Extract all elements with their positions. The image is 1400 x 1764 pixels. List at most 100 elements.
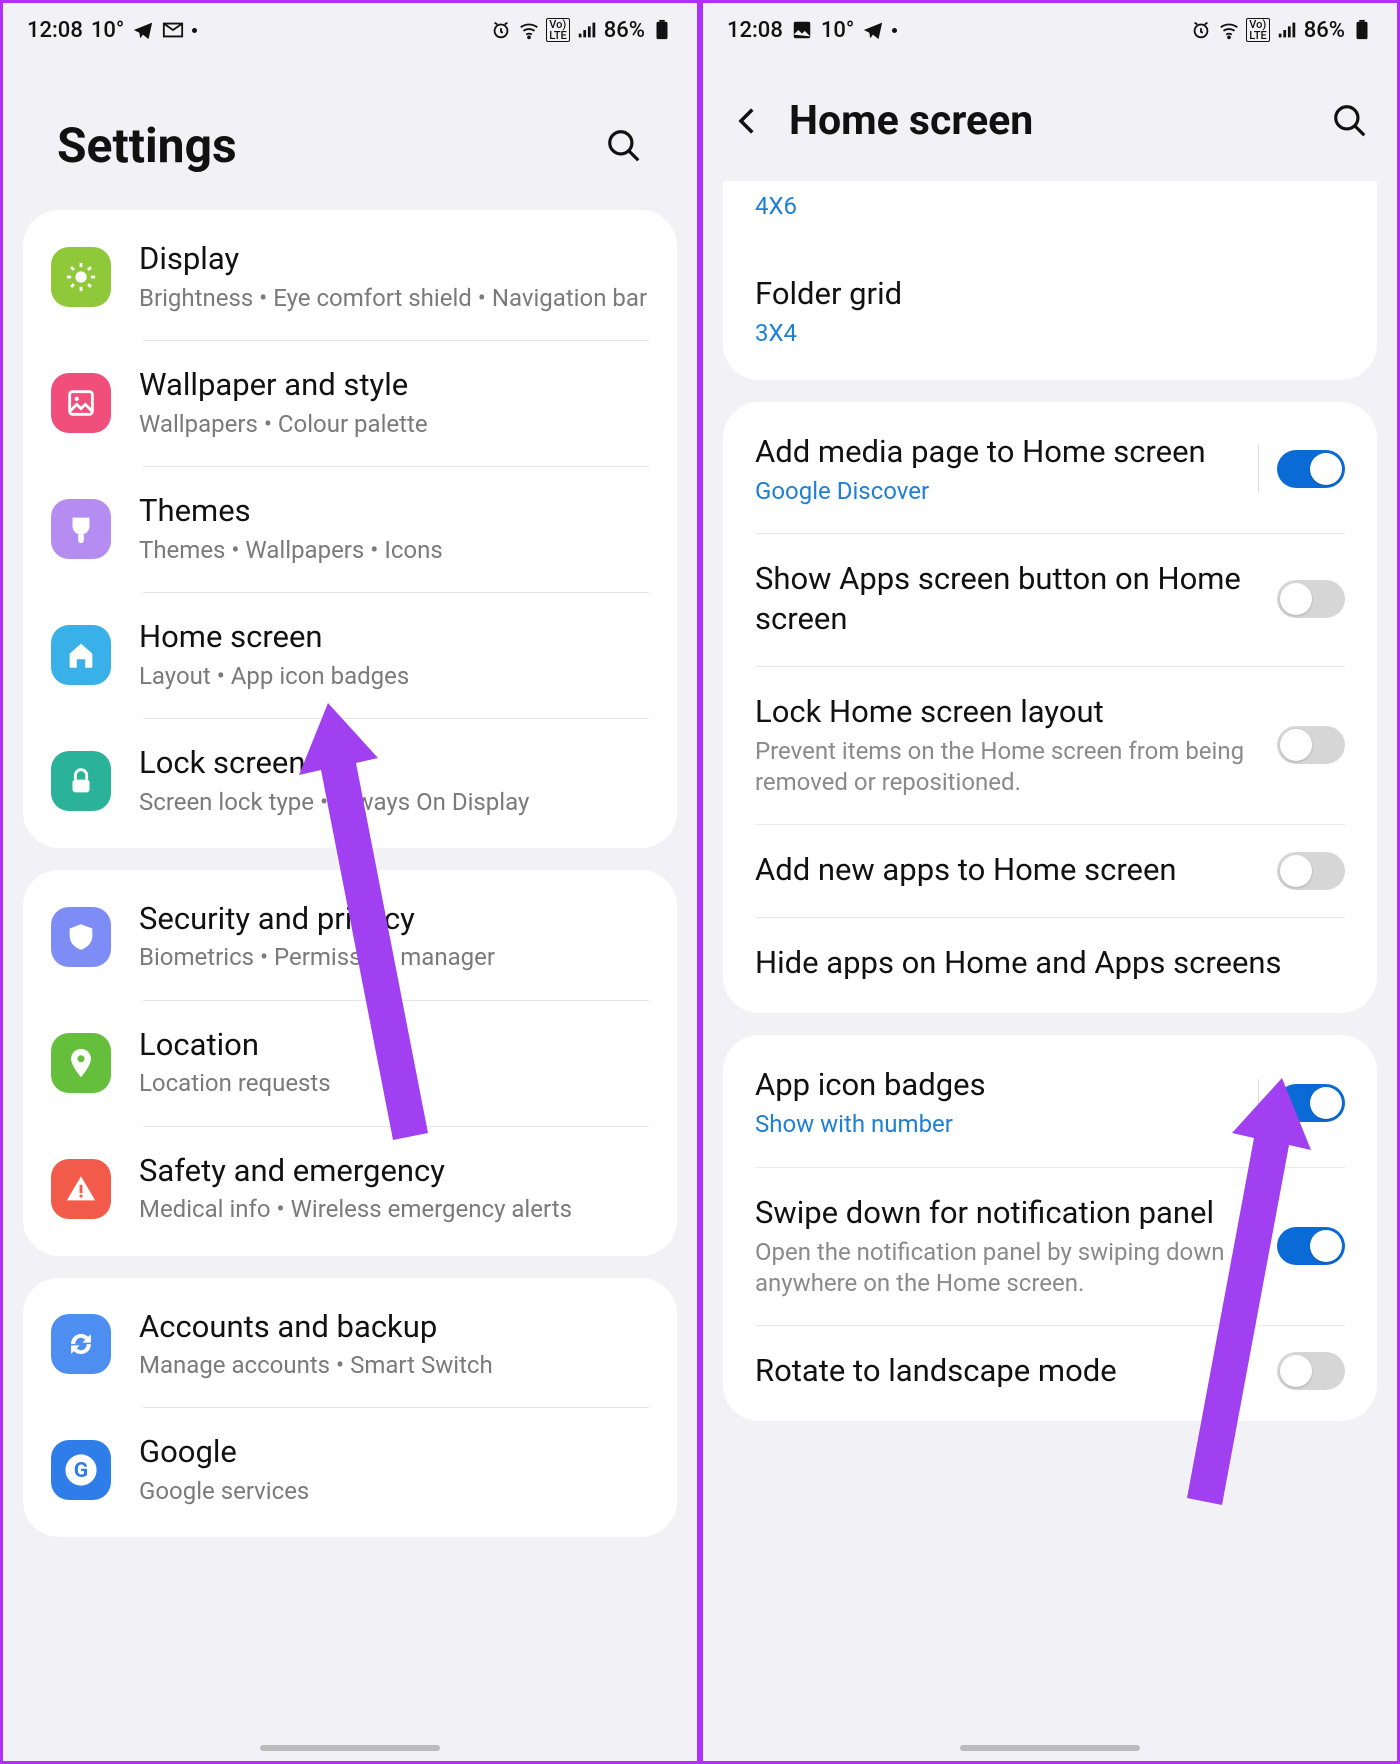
row-subtitle: Layout • App icon badges	[139, 661, 649, 692]
settings-item-wallpaper-and-style[interactable]: Wallpaper and styleWallpapers • Colour p…	[23, 340, 677, 466]
settings-item-safety-and-emergency[interactable]: Safety and emergencyMedical info • Wirel…	[23, 1126, 677, 1252]
row-title: Rotate to landscape mode	[755, 1351, 1261, 1391]
row-text: Rotate to landscape mode	[755, 1351, 1277, 1391]
setting-rotate-to-landscape-mode[interactable]: Rotate to landscape mode	[723, 1325, 1377, 1417]
more-icon	[192, 28, 197, 33]
setting-app-icon-badges[interactable]: App icon badgesShow with number	[723, 1039, 1377, 1166]
row-subtitle: Google Discover	[755, 476, 1242, 507]
search-icon[interactable]	[1331, 102, 1369, 140]
toggle[interactable]	[1277, 580, 1345, 618]
row-text: Home screen Layout • App icon badges	[139, 618, 649, 692]
volte-icon: Vo)LTE	[546, 18, 570, 42]
battery-icon	[1351, 19, 1373, 41]
row-subtitle: Prevent items on the Home screen from be…	[755, 736, 1261, 798]
settings-group: Add media page to Home screenGoogle Disc…	[723, 402, 1377, 1013]
settings-item-location[interactable]: LocationLocation requests	[23, 1000, 677, 1126]
more-icon	[892, 28, 897, 33]
row-text: GoogleGoogle services	[139, 1433, 649, 1507]
folder-grid-title: Folder grid	[755, 274, 1329, 314]
pin-icon	[51, 1033, 111, 1093]
search-icon[interactable]	[605, 127, 643, 165]
settings-item-security-and-privacy[interactable]: Security and privacyBiometrics • Permiss…	[23, 874, 677, 1000]
image-icon	[791, 19, 813, 41]
setting-add-media-page-to-home-screen[interactable]: Add media page to Home screenGoogle Disc…	[723, 406, 1377, 533]
row-title: Add new apps to Home screen	[755, 850, 1261, 890]
row-title: Google	[139, 1433, 649, 1472]
row-text: Hide apps on Home and Apps screens	[755, 943, 1345, 983]
settings-item-lock-screen[interactable]: Lock screenScreen lock type • Always On …	[23, 718, 677, 844]
grid-group-partial: 4X6 Folder grid 3X4	[723, 181, 1377, 380]
apps-grid-value: 4X6	[755, 191, 1329, 222]
toggle[interactable]	[1277, 1084, 1345, 1122]
row-subtitle: Brightness • Eye comfort shield • Naviga…	[139, 283, 649, 314]
row-text: Lock screenScreen lock type • Always On …	[139, 744, 649, 818]
phone-left: 12:08 10° Vo)LTE 86% Settings DisplayBri…	[0, 0, 700, 1764]
row-subtitle: Open the notification panel by swiping d…	[755, 1237, 1261, 1299]
divider	[1258, 445, 1259, 493]
row-text: Safety and emergencyMedical info • Wirel…	[139, 1152, 649, 1226]
wifi-icon	[518, 19, 540, 41]
status-battery: 86%	[1304, 18, 1345, 43]
settings-group: Security and privacyBiometrics • Permiss…	[23, 870, 677, 1256]
setting-show-apps-screen-button-on-home-screen[interactable]: Show Apps screen button on Home screen	[723, 533, 1377, 666]
row-text: Swipe down for notification panelOpen th…	[755, 1193, 1277, 1300]
setting-add-new-apps-to-home-screen[interactable]: Add new apps to Home screen	[723, 824, 1377, 916]
folder-grid-row[interactable]: Folder grid 3X4	[723, 248, 1377, 375]
sun-icon	[51, 247, 111, 307]
row-text: Lock Home screen layoutPrevent items on …	[755, 692, 1277, 799]
home-screen-header: Home screen	[703, 57, 1397, 181]
toggle[interactable]	[1277, 450, 1345, 488]
row-text: Show Apps screen button on Home screen	[755, 559, 1277, 640]
row-text: LocationLocation requests	[139, 1026, 649, 1100]
row-text: Add media page to Home screenGoogle Disc…	[755, 432, 1258, 507]
folder-grid-value: 3X4	[755, 318, 1329, 349]
settings-item-themes[interactable]: Themes Themes • Wallpapers • Icons	[23, 466, 677, 592]
settings-group: Accounts and backupManage accounts • Sma…	[23, 1278, 677, 1538]
row-subtitle: Biometrics • Permission manager	[139, 942, 649, 973]
row-title: Swipe down for notification panel	[755, 1193, 1261, 1233]
apps-grid-row[interactable]: 4X6	[723, 181, 1377, 248]
battery-icon	[651, 19, 673, 41]
row-text: Wallpaper and styleWallpapers • Colour p…	[139, 366, 649, 440]
settings-header: Settings	[3, 57, 697, 210]
setting-lock-home-screen-layout[interactable]: Lock Home screen layoutPrevent items on …	[723, 666, 1377, 825]
status-bar: 12:08 10° Vo)LTE 86%	[703, 3, 1397, 57]
row-subtitle: Themes • Wallpapers • Icons	[139, 535, 649, 566]
row-title: Location	[139, 1026, 649, 1065]
setting-hide-apps-on-home-and-apps-screens[interactable]: Hide apps on Home and Apps screens	[723, 917, 1377, 1009]
row-title: Home screen	[139, 618, 649, 657]
settings-item-display[interactable]: DisplayBrightness • Eye comfort shield •…	[23, 214, 677, 340]
back-icon[interactable]	[731, 104, 765, 138]
nav-handle[interactable]	[260, 1745, 440, 1751]
status-temp: 10°	[821, 18, 854, 43]
status-time: 12:08	[727, 18, 783, 43]
status-battery: 86%	[604, 18, 645, 43]
toggle[interactable]	[1277, 726, 1345, 764]
settings-item-home-screen[interactable]: Home screen Layout • App icon badges	[23, 592, 677, 718]
settings-content: DisplayBrightness • Eye comfort shield •…	[3, 210, 697, 1761]
volte-icon: Vo)LTE	[1246, 18, 1270, 42]
status-time: 12:08	[27, 18, 83, 43]
setting-swipe-down-for-notification-panel[interactable]: Swipe down for notification panelOpen th…	[723, 1167, 1377, 1326]
image-icon	[51, 373, 111, 433]
settings-item-accounts-and-backup[interactable]: Accounts and backupManage accounts • Sma…	[23, 1282, 677, 1408]
row-title: Themes	[139, 492, 649, 531]
status-bar: 12:08 10° Vo)LTE 86%	[3, 3, 697, 57]
toggle[interactable]	[1277, 852, 1345, 890]
telegram-icon	[132, 19, 154, 41]
nav-handle[interactable]	[960, 1745, 1140, 1751]
row-title: Safety and emergency	[139, 1152, 649, 1191]
page-title: Home screen	[789, 97, 1033, 145]
home-screen-content: 4X6 Folder grid 3X4 Add media page to Home …	[703, 181, 1397, 1761]
row-text: Security and privacyBiometrics • Permiss…	[139, 900, 649, 974]
row-text: DisplayBrightness • Eye comfort shield •…	[139, 240, 649, 314]
toggle[interactable]	[1277, 1227, 1345, 1265]
row-text: Accounts and backupManage accounts • Sma…	[139, 1308, 649, 1382]
row-text: App icon badgesShow with number	[755, 1065, 1258, 1140]
row-subtitle: Screen lock type • Always On Display	[139, 787, 649, 818]
toggle[interactable]	[1277, 1352, 1345, 1390]
sync-icon	[51, 1314, 111, 1374]
svg-text:G: G	[74, 1458, 89, 1483]
settings-item-google[interactable]: G GoogleGoogle services	[23, 1407, 677, 1533]
home-icon	[51, 625, 111, 685]
